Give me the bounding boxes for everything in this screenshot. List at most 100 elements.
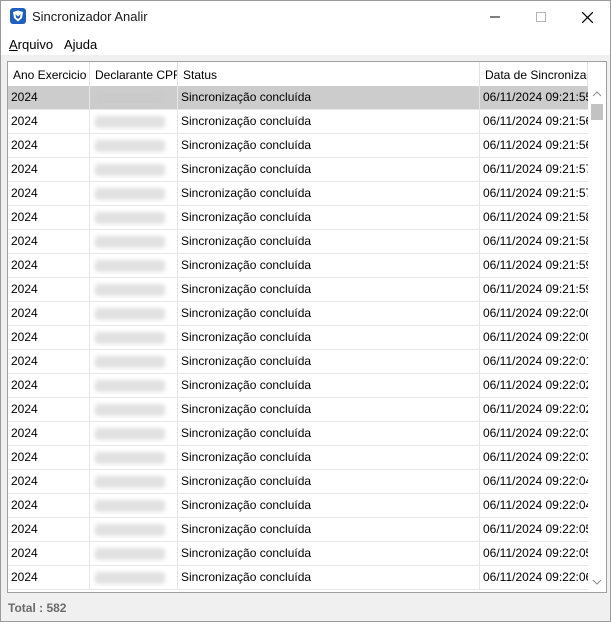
table-row[interactable]: 2024 Sincronização concluída 06/11/2024 09… — [8, 470, 588, 494]
redacted-cpf — [95, 308, 165, 320]
cell-status: Sincronização concluída — [178, 494, 480, 517]
cell-ano-exercicio: 2024 — [8, 494, 90, 517]
cell-data-sincronizacao: 06/11/2024 09:22:04 — [483, 474, 588, 488]
cell-data-sincronizacao: 06/11/2024 09:22:01 — [483, 354, 588, 368]
minimize-button[interactable] — [472, 1, 518, 33]
app-window: Sincronizador Analir Arquivo Ajuda Ano E… — [0, 0, 611, 622]
cell-data-sincronizacao: 06/11/2024 09:22:03 — [483, 450, 588, 464]
redacted-cpf — [95, 404, 165, 416]
menu-bar: Arquivo Ajuda — [1, 33, 610, 55]
cell-data-sincronizacao: 06/11/2024 09:22:00 — [483, 330, 588, 344]
cell-status: Sincronização concluída — [178, 398, 480, 421]
cell-status: Sincronização concluída — [178, 230, 480, 253]
title-bar[interactable]: Sincronizador Analir — [1, 1, 610, 33]
total-count: Total : 582 — [8, 601, 67, 615]
column-header-data[interactable]: Data de Sincronização — [480, 62, 588, 86]
column-header-ano[interactable]: Ano Exercicio — [8, 62, 90, 86]
cell-ano-exercicio: 2024 — [8, 206, 90, 229]
cell-data-sincronizacao: 06/11/2024 09:21:58 — [483, 234, 588, 248]
cell-declarante-cpf — [90, 230, 178, 253]
table-row[interactable]: 2024 Sincronização concluída 06/11/2024 09… — [8, 374, 588, 398]
table-row[interactable]: 2024 Sincronização concluída 06/11/2024 09… — [8, 278, 588, 302]
cell-data-sincronizacao: 06/11/2024 09:21:59 — [483, 258, 588, 272]
column-header-cpf[interactable]: Declarante CPF — [90, 62, 178, 86]
table-row[interactable]: 2024 Sincronização concluída 06/11/2024 09… — [8, 566, 588, 590]
redacted-cpf — [95, 212, 165, 224]
cell-ano-exercicio: 2024 — [8, 110, 90, 133]
shield-logo-icon — [10, 8, 26, 24]
column-header-status[interactable]: Status — [178, 62, 480, 86]
cell-data-sincronizacao: 06/11/2024 09:22:02 — [483, 378, 588, 392]
cell-ano-exercicio: 2024 — [8, 374, 90, 397]
cell-status: Sincronização concluída — [178, 302, 480, 325]
cell-ano-exercicio: 2024 — [8, 278, 90, 301]
sync-data-grid[interactable]: Ano Exercicio Declarante CPF Status Data… — [7, 61, 607, 593]
redacted-cpf — [95, 476, 165, 488]
redacted-cpf — [95, 452, 165, 464]
table-row[interactable]: 2024 Sincronização concluída 06/11/2024 09… — [8, 350, 588, 374]
cell-status: Sincronização concluída — [178, 326, 480, 349]
cell-data-sincronizacao: 06/11/2024 09:21:58 — [483, 210, 588, 224]
cell-ano-exercicio: 2024 — [8, 542, 90, 565]
table-row[interactable]: 2024 Sincronização concluída 06/11/2024 09… — [8, 134, 588, 158]
cell-declarante-cpf — [90, 374, 178, 397]
cell-ano-exercicio: 2024 — [8, 422, 90, 445]
cell-status: Sincronização concluída — [178, 542, 480, 565]
cell-status: Sincronização concluída — [178, 446, 480, 469]
table-row[interactable]: 2024 Sincronização concluída 06/11/2024 09… — [8, 446, 588, 470]
table-row[interactable]: 2024 Sincronização concluída 06/11/2024 09… — [8, 422, 588, 446]
table-row[interactable]: 2024 Sincronização concluída 06/11/2024 09… — [8, 110, 588, 134]
cell-declarante-cpf — [90, 326, 178, 349]
scrollbar-thumb[interactable] — [591, 104, 603, 120]
scroll-down-icon[interactable] — [592, 578, 602, 586]
table-row[interactable]: 2024 Sincronização concluída 06/11/2024 09… — [8, 158, 588, 182]
cell-status: Sincronização concluída — [178, 518, 480, 541]
cell-declarante-cpf — [90, 398, 178, 421]
cell-status: Sincronização concluída — [178, 566, 480, 589]
cell-declarante-cpf — [90, 350, 178, 373]
cell-status: Sincronização concluída — [178, 350, 480, 373]
cell-data-sincronizacao: 06/11/2024 09:21:56 — [483, 114, 588, 128]
menu-ajuda[interactable]: Ajuda — [64, 37, 97, 52]
table-row[interactable]: 2024 Sincronização concluída 06/11/2024 09… — [8, 182, 588, 206]
redacted-cpf — [95, 284, 165, 296]
table-row[interactable]: 2024 Sincronização concluída 06/11/2024 09… — [8, 206, 588, 230]
cell-data-sincronizacao: 06/11/2024 09:21:57 — [483, 162, 588, 176]
table-row[interactable]: 2024 Sincronização concluída 06/11/2024 09… — [8, 518, 588, 542]
cell-status: Sincronização concluída — [178, 206, 480, 229]
table-row[interactable]: 2024 Sincronização concluída 06/11/2024 09… — [8, 86, 588, 110]
close-button[interactable] — [564, 1, 610, 33]
cell-declarante-cpf — [90, 158, 178, 181]
table-row[interactable]: 2024 Sincronização concluída 06/11/2024 09… — [8, 326, 588, 350]
redacted-cpf — [95, 92, 165, 104]
cell-declarante-cpf — [90, 254, 178, 277]
cell-declarante-cpf — [90, 494, 178, 517]
table-row[interactable]: 2024 Sincronização concluída 06/11/2024 09… — [8, 542, 588, 566]
table-row[interactable]: 2024 Sincronização concluída 06/11/2024 09… — [8, 230, 588, 254]
cell-ano-exercicio: 2024 — [8, 254, 90, 277]
cell-ano-exercicio: 2024 — [8, 302, 90, 325]
cell-data-sincronizacao: 06/11/2024 09:22:03 — [483, 426, 588, 440]
cell-ano-exercicio: 2024 — [8, 566, 90, 589]
vertical-scrollbar[interactable] — [588, 86, 606, 592]
cell-data-sincronizacao: 06/11/2024 09:22:00 — [483, 306, 588, 320]
cell-declarante-cpf — [90, 110, 178, 133]
menu-ajuda-label: Ajuda — [64, 37, 98, 52]
table-row[interactable]: 2024 Sincronização concluída 06/11/2024 09… — [8, 254, 588, 278]
cell-status: Sincronização concluída — [178, 422, 480, 445]
cell-declarante-cpf — [90, 134, 178, 157]
redacted-cpf — [95, 260, 165, 272]
scroll-up-icon[interactable] — [592, 90, 602, 98]
cell-declarante-cpf — [90, 278, 178, 301]
table-row[interactable]: 2024 Sincronização concluída 06/11/2024 09… — [8, 494, 588, 518]
maximize-button[interactable] — [518, 1, 564, 33]
table-row[interactable]: 2024 Sincronização concluída 06/11/2024 09… — [8, 398, 588, 422]
cell-status: Sincronização concluída — [178, 182, 480, 205]
cell-data-sincronizacao: 06/11/2024 09:22:06 — [483, 570, 588, 584]
table-row[interactable]: 2024 Sincronização concluída 06/11/2024 09… — [8, 302, 588, 326]
menu-arquivo[interactable]: Arquivo — [9, 37, 53, 52]
redacted-cpf — [95, 572, 165, 584]
minimize-icon — [490, 16, 500, 18]
cell-data-sincronizacao: 06/11/2024 09:21:56 — [483, 138, 588, 152]
cell-status: Sincronização concluída — [178, 470, 480, 493]
